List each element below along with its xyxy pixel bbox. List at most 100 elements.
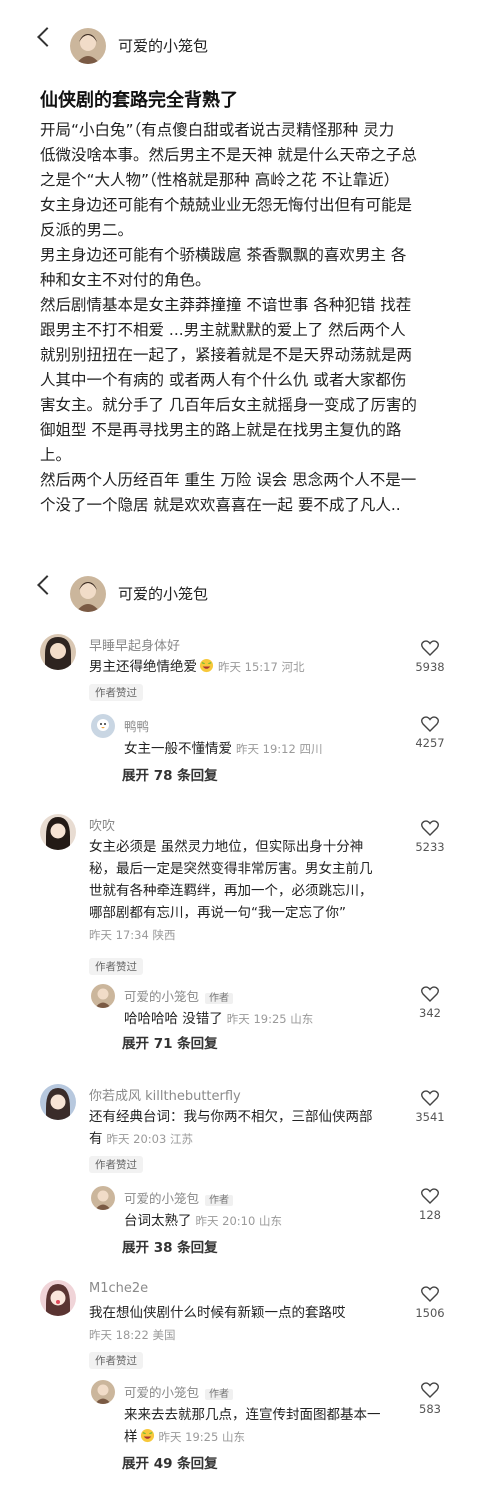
reply-username[interactable]: 可爱的小笼包 作者 [124,986,234,1005]
post-line: 种和女主不对付的角色。 [40,271,211,289]
avatar[interactable] [40,1084,76,1120]
heart-icon [421,986,439,1002]
heart-icon [421,1188,439,1204]
comment-item: M1che2e 我在想仙侠剧什么时候有新颖一点的套路哎 昨天 18:22 美国 … [0,1280,480,1495]
avatar[interactable] [40,814,76,850]
reply-line: 哈哈哈哈 没错了 昨天 19:25 山东 [124,1008,404,1030]
comment-item: 你若成风 killthebutterfly 还有经典台词：我与你两不相欠，三部仙… [0,1084,480,1284]
comment-line: 哪部剧都有忘川，再说一句“我一定忘了你” [89,905,346,921]
post-line: 御姐型 不是再寻找男主的路上就是在找男主复仇的路 [40,421,402,439]
reply-text: 来来去去就那几点，连宣传封面图都基本一 样 昨天 19:25 山东 [124,1404,404,1448]
reply-line-text: 哈哈哈哈 没错了 [124,1011,223,1027]
post-line: 害女主。就分手了 几百年后女主就摇身一变成了厉害的 [40,396,417,414]
author-name[interactable]: 可爱的小笼包 [118,35,208,56]
comment-meta: 昨天 18:22 美国 [89,1328,176,1342]
avatar[interactable] [91,714,115,738]
reply-line: 台词太熟了 昨天 20:10 山东 [124,1210,404,1232]
reply-line-text: 样 [124,1429,138,1445]
comment-line: 世就有各种牵连羁绊，再加一个，必须跳忘川， [89,883,373,899]
post-line: 然后剧情基本是女主莽莽撞撞 不谙世事 各种犯错 找茬 [40,296,412,314]
like-button[interactable]: 4257 [412,716,448,750]
avatar[interactable] [40,634,76,670]
post-line: 反派的男二。 [40,221,134,239]
reply-meta: 昨天 20:10 山东 [195,1214,282,1228]
reply-username-text: 可爱的小笼包 [124,1191,200,1206]
author-liked-badge: 作者赞过 [89,684,143,701]
post-line: 之是个“大人物”（性格就是那种 高岭之花 不让靠近） [40,171,400,189]
reply-meta: 昨天 19:25 山东 [158,1430,245,1444]
comments-top-bar: 可爱的小笼包 [0,548,480,612]
reply-username[interactable]: 鸭鸭 [124,716,149,735]
author-liked-badge: 作者赞过 [89,958,143,975]
reply-line-text: 女主一般不懂情爱 [124,741,232,757]
expand-replies-button[interactable]: 展开 78 条回复 [122,764,218,784]
post-top-bar: 可爱的小笼包 [0,0,480,64]
like-count: 1506 [415,1306,445,1320]
like-count: 128 [419,1208,441,1222]
expand-replies-button[interactable]: 展开 38 条回复 [122,1236,218,1256]
reply-text: 哈哈哈哈 没错了 昨天 19:25 山东 [124,1008,404,1030]
avatar[interactable] [91,1186,115,1210]
post-body: 开局“小白兔”（有点傻白甜或者说古灵精怪那种 灵力 低微没啥本事。然后男主不是天… [40,118,450,518]
comment-line-text: 有 [89,1131,103,1147]
like-button[interactable]: 583 [412,1382,448,1416]
like-count: 5233 [415,840,445,854]
post-line: 人其中一个有病的 或者两人有个什么仇 或者大家都伤 [40,371,407,389]
like-button[interactable]: 3541 [412,1090,448,1124]
author-liked-badge: 作者赞过 [89,1352,143,1369]
comment-line: 男主还得绝情绝爱 昨天 15:17 河北 [89,656,399,678]
comment-username[interactable]: M1che2e [89,1281,148,1296]
like-button[interactable]: 5233 [412,820,448,854]
reply-username[interactable]: 可爱的小笼包 作者 [124,1382,234,1401]
comment-username[interactable]: 你若成风 killthebutterfly [89,1085,241,1104]
like-count: 5938 [415,660,445,674]
reply-username[interactable]: 可爱的小笼包 作者 [124,1188,234,1207]
avatar[interactable] [70,28,106,64]
like-button[interactable]: 128 [412,1188,448,1222]
back-arrow-icon[interactable] [37,575,57,595]
author-name[interactable]: 可爱的小笼包 [118,583,208,604]
comment-line: 秘，最后一定是突然变得非常厉害。男女主前几 [89,861,373,877]
like-button[interactable]: 5938 [412,640,448,674]
heart-icon [421,716,439,732]
avatar[interactable] [91,1380,115,1404]
comment-meta: 昨天 17:34 陕西 [89,928,176,942]
post-line: 就别别扭扭在一起了，紧接着就是不是天界动荡就是两 [40,346,413,364]
author-tag: 作者 [205,1195,234,1206]
comment-line: 有昨天 20:03 江苏 [89,1128,399,1150]
comment-text: 我在想仙侠剧什么时候有新颖一点的套路哎 昨天 18:22 美国 [89,1302,399,1346]
laugh-cry-emoji-icon [140,1428,154,1443]
back-arrow-icon[interactable] [37,27,57,47]
comment-item: 吹吹 女主必须是 虽然灵力地位，但实际出身十分神 秘，最后一定是突然变得非常厉害… [0,814,480,1074]
avatar[interactable] [91,984,115,1008]
heart-icon [421,1090,439,1106]
comment-line: 还有经典台词：我与你两不相欠，三部仙侠两部 [89,1109,373,1125]
post-panel: 可爱的小笼包 仙侠剧的套路完全背熟了 开局“小白兔”（有点傻白甜或者说古灵精怪那… [0,0,480,545]
expand-replies-button[interactable]: 展开 49 条回复 [122,1452,218,1472]
reply-line: 女主一般不懂情爱 昨天 19:12 四川 [124,738,404,760]
avatar[interactable] [40,1280,76,1316]
reply-username-text: 可爱的小笼包 [124,989,200,1004]
avatar[interactable] [70,576,106,612]
comment-username[interactable]: 早睡早起身体好 [89,635,180,654]
heart-icon [421,1382,439,1398]
comment-line-text: 男主还得绝情绝爱 [89,659,197,675]
post-line: 低微没啥本事。然后男主不是天神 就是什么天帝之子总 [40,146,417,164]
like-count: 4257 [415,736,445,750]
author-tag: 作者 [205,1389,234,1400]
heart-icon [421,820,439,836]
comment-text: 女主必须是 虽然灵力地位，但实际出身十分神 秘，最后一定是突然变得非常厉害。男女… [89,836,399,946]
reply-meta: 昨天 19:25 山东 [226,1012,314,1026]
reply-meta: 昨天 19:12 四川 [236,742,323,756]
like-button[interactable]: 342 [412,986,448,1020]
like-button[interactable]: 1506 [412,1286,448,1320]
comment-line: 女主必须是 虽然灵力地位，但实际出身十分神 [89,839,364,855]
reply-line: 样 昨天 19:25 山东 [124,1426,404,1448]
expand-replies-button[interactable]: 展开 71 条回复 [122,1032,218,1052]
comment-meta: 昨天 20:03 江苏 [106,1132,193,1146]
comments-panel: 可爱的小笼包 早睡早起身体好 男主还得绝情绝爱 昨天 15:17 河北 作者赞过 … [0,548,480,1500]
comment-text: 还有经典台词：我与你两不相欠，三部仙侠两部 有昨天 20:03 江苏 [89,1106,399,1150]
heart-icon [421,640,439,656]
heart-icon [421,1286,439,1302]
comment-username[interactable]: 吹吹 [89,815,115,834]
